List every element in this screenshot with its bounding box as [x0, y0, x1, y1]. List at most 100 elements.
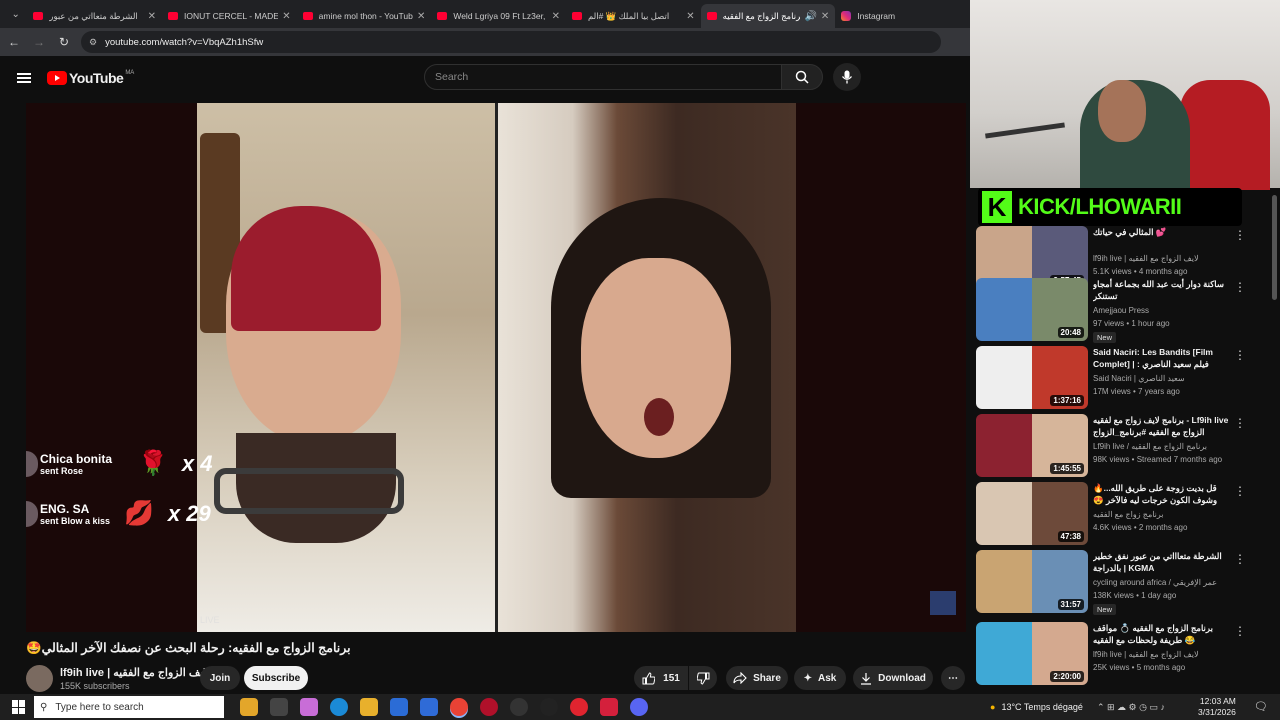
close-tab-icon[interactable]: ✕ — [148, 11, 156, 22]
recommendation-title[interactable]: المثالي في حياتك 💕 — [1093, 226, 1233, 238]
recommendation-item[interactable]: 2:20:00 برنامج الزواج مع الفقيه 💍 مواقف ط… — [976, 622, 1266, 686]
recommendation-item[interactable]: 20:48 ساكنة دوار أيت عبد الله بجماعة أمجا… — [976, 278, 1266, 343]
tab-search-button[interactable]: ⌄ — [4, 4, 27, 24]
video-player[interactable]: Chica bonita sent Rose 🌹 x 4 ENG. SA sent … — [26, 103, 966, 632]
task-view-icon[interactable] — [270, 698, 288, 716]
like-button[interactable]: 151 — [634, 666, 688, 690]
widgets-icon[interactable] — [240, 698, 258, 716]
back-arrow-icon[interactable]: ← — [3, 35, 25, 49]
close-tab-icon[interactable]: ✕ — [282, 11, 290, 22]
channel-watermark-avatar[interactable] — [930, 591, 956, 615]
more-vertical-icon[interactable]: ⋮ — [1234, 484, 1246, 498]
windows-start-icon[interactable] — [12, 700, 26, 714]
edge-icon[interactable] — [330, 698, 348, 716]
browser-tab[interactable]: Instagram — [835, 4, 970, 28]
close-tab-icon[interactable]: ✕ — [552, 11, 560, 22]
video-frame — [26, 103, 966, 632]
recommendation-channel[interactable]: Lf9ih live / برنامج الزواج مع الفقيه — [1093, 442, 1207, 451]
share-button[interactable]: Share — [726, 666, 788, 690]
gift-multiplier: x 4 — [181, 450, 213, 476]
guest-mouth — [644, 398, 674, 436]
dislike-button[interactable] — [689, 666, 717, 690]
share-icon — [733, 672, 747, 684]
app-icon[interactable] — [600, 698, 618, 716]
weather-text[interactable]: 13°C Temps dégagé — [1001, 702, 1083, 712]
recommendation-item[interactable]: 31:57 الشرطة متعاااتي من عبور نفق خطير با… — [976, 550, 1266, 615]
more-vertical-icon[interactable]: ⋮ — [1234, 552, 1246, 566]
browser-tab-active[interactable]: برنامج الزواج مع الفقيه 🔊 ✕ — [700, 4, 836, 28]
recommendation-title[interactable]: Said Naciri: Les Bandits [Film Complet] … — [1093, 346, 1233, 372]
browser-tab[interactable]: IONUT CERCEL - MADE IN✕ — [162, 4, 297, 28]
close-tab-icon[interactable]: ✕ — [686, 11, 694, 22]
recommendation-title[interactable]: 🔥قل بديت زوجة على طريق الله... وشوف الكو… — [1093, 482, 1233, 508]
discord-icon[interactable] — [630, 698, 648, 716]
taskbar-clock[interactable]: 12:03 AM 3/31/2026 — [1198, 696, 1236, 718]
recommendation-channel[interactable]: Amejjaou Press — [1093, 306, 1149, 315]
youtube-logo[interactable]: YouTube MA — [47, 70, 134, 86]
red-fez-hat — [231, 206, 381, 331]
recommendation-title[interactable]: ساكنة دوار أيت عبد الله بجماعة أمجاو تست… — [1093, 278, 1233, 302]
microphone-icon — [841, 70, 853, 84]
video-thumbnail[interactable]: 1:45:55 — [976, 414, 1088, 477]
tray-icons[interactable]: ⌃ ⊞ ☁ ⚙ ◷ ▭ ♪ — [1097, 702, 1165, 713]
more-vertical-icon[interactable]: ⋮ — [1234, 416, 1246, 430]
more-actions-button[interactable]: ⋯ — [941, 666, 965, 690]
recommendation-title[interactable]: برنامج الزواج مع الفقيه 💍 مواقف طريفة ول… — [1093, 622, 1233, 646]
copilot-icon[interactable] — [300, 698, 318, 716]
store-icon[interactable] — [390, 698, 408, 716]
ask-button[interactable]: ✦ Ask — [794, 666, 846, 690]
speaker-icon[interactable]: 🔊 — [804, 11, 816, 22]
more-vertical-icon[interactable]: ⋮ — [1234, 228, 1246, 242]
reload-icon[interactable]: ↻ — [53, 35, 75, 49]
recommendation-channel[interactable]: cycling around africa / عمر الإفريقي — [1093, 578, 1217, 587]
video-thumbnail[interactable]: 2:20:00 — [976, 622, 1088, 685]
more-vertical-icon[interactable]: ⋮ — [1234, 348, 1246, 362]
app-icon[interactable] — [420, 698, 438, 716]
app-icon[interactable] — [510, 698, 528, 716]
app-icon[interactable] — [540, 698, 558, 716]
gaming-chair — [1180, 80, 1270, 190]
browser-tab[interactable]: amine mol thon - YouTub ✕ — [297, 4, 432, 28]
recommendation-channel[interactable]: lf9ih live | لايف الزواج مع الفقيه — [1093, 650, 1199, 659]
browser-tab[interactable]: اتصل بيا الملك 👑 #الم ✕ — [566, 4, 701, 28]
weather-icon: ● — [990, 702, 996, 712]
join-button[interactable]: Join — [200, 666, 240, 690]
app-icon[interactable] — [480, 698, 498, 716]
recommendation-channel[interactable]: lf9ih live | لايف الزواج مع الفقيه — [1093, 254, 1199, 263]
more-vertical-icon[interactable]: ⋮ — [1234, 624, 1246, 638]
video-thumbnail[interactable]: 20:48 — [976, 278, 1088, 341]
taskbar-search-input[interactable]: ⚲ Type here to search — [34, 696, 224, 718]
browser-tab[interactable]: Weld Lgriya 09 Ft Lz3er, C ✕ — [431, 4, 566, 28]
recommendation-title[interactable]: برنامج لايف زواج مع لفقيه - Lf9ih live ا… — [1093, 414, 1233, 438]
menu-icon[interactable] — [17, 73, 31, 83]
close-tab-icon[interactable]: ✕ — [821, 11, 829, 22]
forward-arrow-icon[interactable]: → — [28, 35, 50, 49]
chrome-icon[interactable] — [450, 698, 468, 716]
recommendation-item[interactable]: 1:37:16 Said Naciri: Les Bandits [Film Co… — [976, 346, 1266, 410]
subscribe-button[interactable]: Subscribe — [244, 666, 308, 690]
recommendation-channel[interactable]: برنامج زواج مع الفقيه — [1093, 510, 1164, 519]
file-explorer-icon[interactable] — [360, 698, 378, 716]
recommendation-channel[interactable]: Said Naciri | سعيد الناصري — [1093, 374, 1185, 383]
app-icon[interactable] — [570, 698, 588, 716]
video-thumbnail[interactable]: 1:37:16 — [976, 346, 1088, 409]
channel-avatar[interactable] — [26, 665, 53, 692]
voice-search-button[interactable] — [833, 63, 861, 91]
site-info-icon[interactable]: ⚙ — [89, 37, 97, 48]
download-button[interactable]: Download — [853, 666, 933, 690]
browser-tab[interactable]: الشرطة متعااتي من عبور ✕ — [27, 4, 162, 28]
notifications-icon[interactable]: 🗨 — [1254, 700, 1268, 713]
channel-name[interactable]: lf9ih live | لايف الزواج مع الفقيه — [60, 666, 210, 679]
close-tab-icon[interactable]: ✕ — [417, 11, 425, 22]
new-badge: New — [1093, 332, 1117, 343]
recommendation-title[interactable]: الشرطة متعاااتي من عبور نفق خطير بالدراج… — [1093, 550, 1233, 574]
search-button[interactable] — [781, 64, 823, 90]
search-input[interactable]: Search — [424, 64, 782, 90]
url-field[interactable]: ⚙ youtube.com/watch?v=VbqAZh1hSfw — [81, 31, 941, 53]
recommendation-item[interactable]: 1:45:55 برنامج لايف زواج مع لفقيه - Lf9ih… — [976, 414, 1266, 478]
more-vertical-icon[interactable]: ⋮ — [1234, 280, 1246, 294]
video-thumbnail[interactable]: 47:38 — [976, 482, 1088, 545]
video-thumbnail[interactable]: 31:57 — [976, 550, 1088, 613]
recommendation-item[interactable]: 47:38 🔥قل بديت زوجة على طريق الله... وشوف… — [976, 482, 1266, 546]
page-scrollbar[interactable] — [1272, 195, 1277, 300]
